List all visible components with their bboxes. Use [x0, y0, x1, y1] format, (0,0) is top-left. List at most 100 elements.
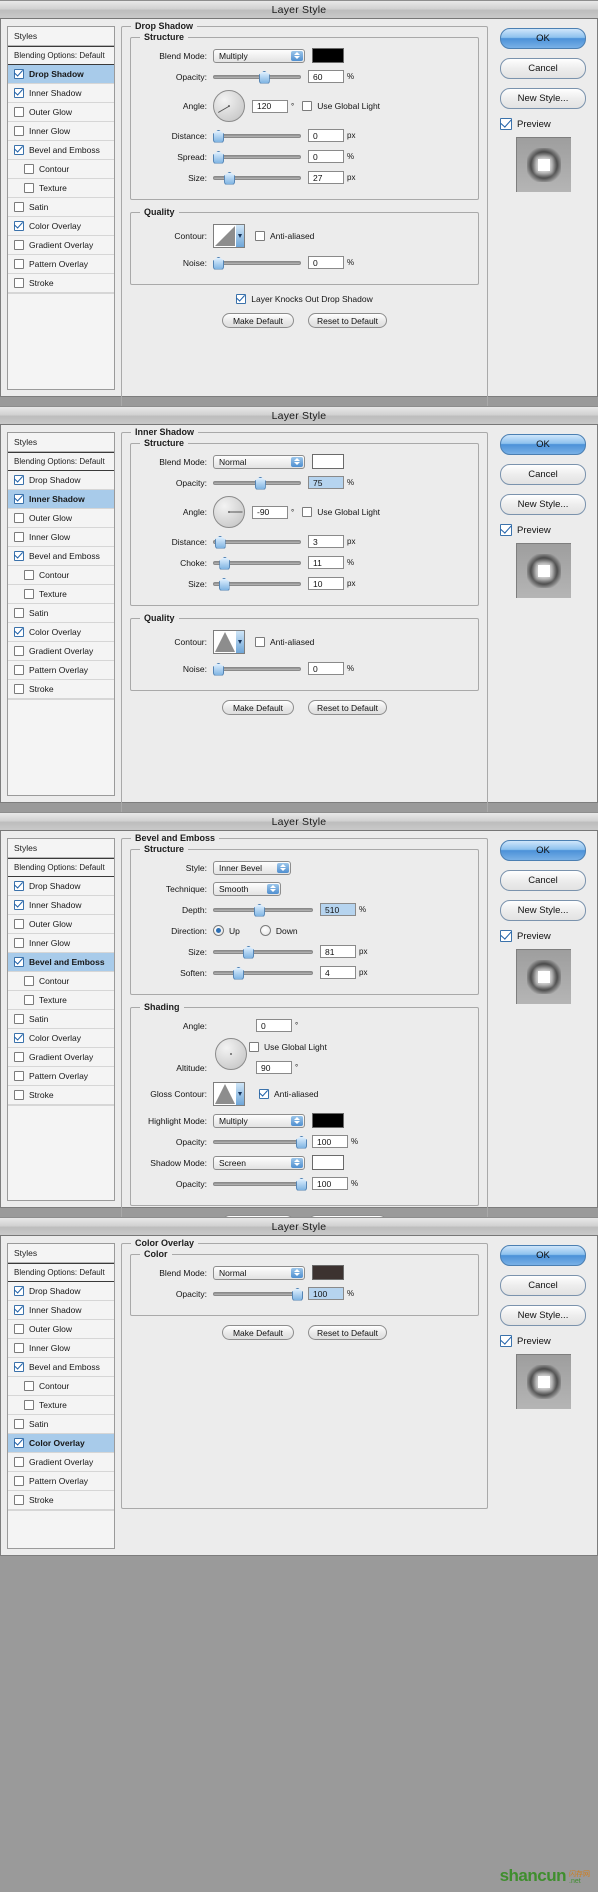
checkbox-satin[interactable] [14, 1419, 24, 1429]
preview-checkbox[interactable] [500, 524, 512, 536]
checkbox-drop-shadow[interactable] [14, 69, 24, 79]
size-slider-thumb[interactable] [218, 577, 230, 591]
sidebar-item-bevel-and-emboss[interactable]: Bevel and Emboss [8, 953, 114, 972]
distance-slider[interactable] [213, 535, 301, 549]
size-slider[interactable] [213, 577, 301, 591]
checkbox-gradient-overlay[interactable] [14, 1052, 24, 1062]
cancel-button[interactable]: Cancel [500, 1275, 586, 1296]
shadow-mode-select[interactable]: Screen [213, 1155, 305, 1170]
anti-aliased-checkbox[interactable] [255, 637, 265, 647]
choke-value-input[interactable]: 11 [308, 556, 344, 569]
new-style-button[interactable]: New Style... [500, 900, 586, 921]
blend-mode-select-stepper-icon[interactable] [291, 456, 303, 467]
blending-options-row[interactable]: Blending Options: Default [8, 1263, 114, 1282]
blend-color-swatch[interactable] [312, 454, 344, 469]
reset-to-default-button[interactable]: Reset to Default [308, 313, 387, 328]
blending-options-row[interactable]: Blending Options: Default [8, 858, 114, 877]
preview-checkbox[interactable] [500, 930, 512, 942]
checkbox-drop-shadow[interactable] [14, 1286, 24, 1296]
make-default-button[interactable]: Make Default [222, 313, 295, 328]
checkbox-outer-glow[interactable] [14, 919, 24, 929]
use-global-light-checkbox[interactable] [249, 1041, 259, 1052]
sidebar-item-bevel-and-emboss[interactable]: Bevel and Emboss [8, 547, 114, 566]
opacity-slider[interactable] [213, 1287, 303, 1301]
size-slider-thumb[interactable] [224, 171, 236, 185]
style-select-stepper-icon[interactable] [277, 862, 289, 873]
sidebar-item-gradient-overlay[interactable]: Gradient Overlay [8, 1048, 114, 1067]
noise-slider-thumb[interactable] [213, 256, 224, 270]
checkbox-stroke[interactable] [14, 278, 24, 288]
checkbox-inner-glow[interactable] [14, 1343, 24, 1353]
opacity-value-input[interactable]: 60 [308, 70, 344, 83]
anti-aliased[interactable]: Anti-aliased [255, 231, 314, 241]
noise-slider[interactable] [213, 256, 301, 270]
checkbox-drop-shadow[interactable] [14, 881, 24, 891]
preview-toggle[interactable]: Preview [500, 118, 551, 130]
checkbox-color-overlay[interactable] [14, 221, 24, 231]
use-global-light[interactable]: Use Global Light [302, 507, 380, 517]
checkbox-bevel-and-emboss[interactable] [14, 145, 24, 155]
checkbox-texture[interactable] [24, 995, 34, 1005]
make-default-button[interactable]: Make Default [222, 1325, 295, 1340]
opacity-slider-thumb[interactable] [292, 1287, 303, 1301]
use-global-light[interactable]: Use Global Light [302, 101, 380, 111]
sidebar-item-stroke[interactable]: Stroke [8, 274, 114, 293]
checkbox-contour[interactable] [24, 164, 34, 174]
checkbox-inner-glow[interactable] [14, 938, 24, 948]
technique-select-stepper-icon[interactable] [267, 883, 279, 894]
anti-aliased[interactable]: Anti-aliased [255, 637, 314, 647]
preview-checkbox[interactable] [500, 118, 512, 130]
sidebar-item-texture[interactable]: Texture [8, 991, 114, 1010]
sidebar-item-drop-shadow[interactable]: Drop Shadow [8, 877, 114, 896]
shadow-color-swatch[interactable] [312, 1155, 344, 1170]
sidebar-item-stroke[interactable]: Stroke [8, 1086, 114, 1105]
sidebar-item-contour[interactable]: Contour [8, 566, 114, 585]
shadow-opacity-slider-thumb[interactable] [296, 1177, 307, 1191]
size-value-input[interactable]: 81 [320, 945, 356, 958]
opacity-value-input[interactable]: 100 [308, 1287, 344, 1300]
checkbox-contour[interactable] [24, 570, 34, 580]
contour-thumbnail-dropdown-icon[interactable] [236, 631, 244, 653]
sidebar-item-pattern-overlay[interactable]: Pattern Overlay [8, 661, 114, 680]
soften-slider[interactable] [213, 966, 313, 980]
checkbox-outer-glow[interactable] [14, 513, 24, 523]
style-select[interactable]: Inner Bevel [213, 860, 291, 875]
sidebar-item-outer-glow[interactable]: Outer Glow [8, 1320, 114, 1339]
reset-to-default-button[interactable]: Reset to Default [308, 700, 387, 715]
checkbox-bevel-and-emboss[interactable] [14, 1362, 24, 1372]
technique-select[interactable]: Smooth [213, 881, 281, 896]
checkbox-inner-shadow[interactable] [14, 494, 24, 504]
checkbox-pattern-overlay[interactable] [14, 1071, 24, 1081]
blend-mode-select-stepper-icon[interactable] [291, 1267, 303, 1278]
checkbox-color-overlay[interactable] [14, 1438, 24, 1448]
sidebar-item-drop-shadow[interactable]: Drop Shadow [8, 65, 114, 84]
sidebar-item-drop-shadow[interactable]: Drop Shadow [8, 471, 114, 490]
blend-color-swatch[interactable] [312, 48, 344, 63]
size-value-input[interactable]: 27 [308, 171, 344, 184]
sidebar-item-satin[interactable]: Satin [8, 198, 114, 217]
gloss-contour-thumbnail[interactable] [213, 1082, 245, 1106]
sidebar-item-satin[interactable]: Satin [8, 1415, 114, 1434]
sidebar-item-satin[interactable]: Satin [8, 1010, 114, 1029]
checkbox-inner-glow[interactable] [14, 126, 24, 136]
layer-knocks-out-checkbox[interactable] [236, 294, 247, 304]
sidebar-item-bevel-and-emboss[interactable]: Bevel and Emboss [8, 141, 114, 160]
sidebar-item-outer-glow[interactable]: Outer Glow [8, 915, 114, 934]
checkbox-stroke[interactable] [14, 1495, 24, 1505]
sidebar-item-satin[interactable]: Satin [8, 604, 114, 623]
sidebar-item-inner-glow[interactable]: Inner Glow [8, 528, 114, 547]
contour-thumbnail-dropdown-icon[interactable] [236, 225, 244, 247]
highlight-opacity-value-input[interactable]: 100 [312, 1135, 348, 1148]
sidebar-item-color-overlay[interactable]: Color Overlay [8, 1029, 114, 1048]
sidebar-item-gradient-overlay[interactable]: Gradient Overlay [8, 236, 114, 255]
highlight-opacity-slider-thumb[interactable] [296, 1135, 307, 1149]
checkbox-pattern-overlay[interactable] [14, 665, 24, 675]
sidebar-item-contour[interactable]: Contour [8, 1377, 114, 1396]
altitude-value-input[interactable]: 90 [256, 1061, 292, 1074]
use-global-light-checkbox[interactable] [302, 507, 313, 517]
ok-button[interactable]: OK [500, 1245, 586, 1266]
highlight-color-swatch[interactable] [312, 1113, 344, 1128]
size-slider-thumb[interactable] [243, 945, 255, 959]
angle-dial[interactable] [215, 1037, 247, 1070]
checkbox-texture[interactable] [24, 1400, 34, 1410]
